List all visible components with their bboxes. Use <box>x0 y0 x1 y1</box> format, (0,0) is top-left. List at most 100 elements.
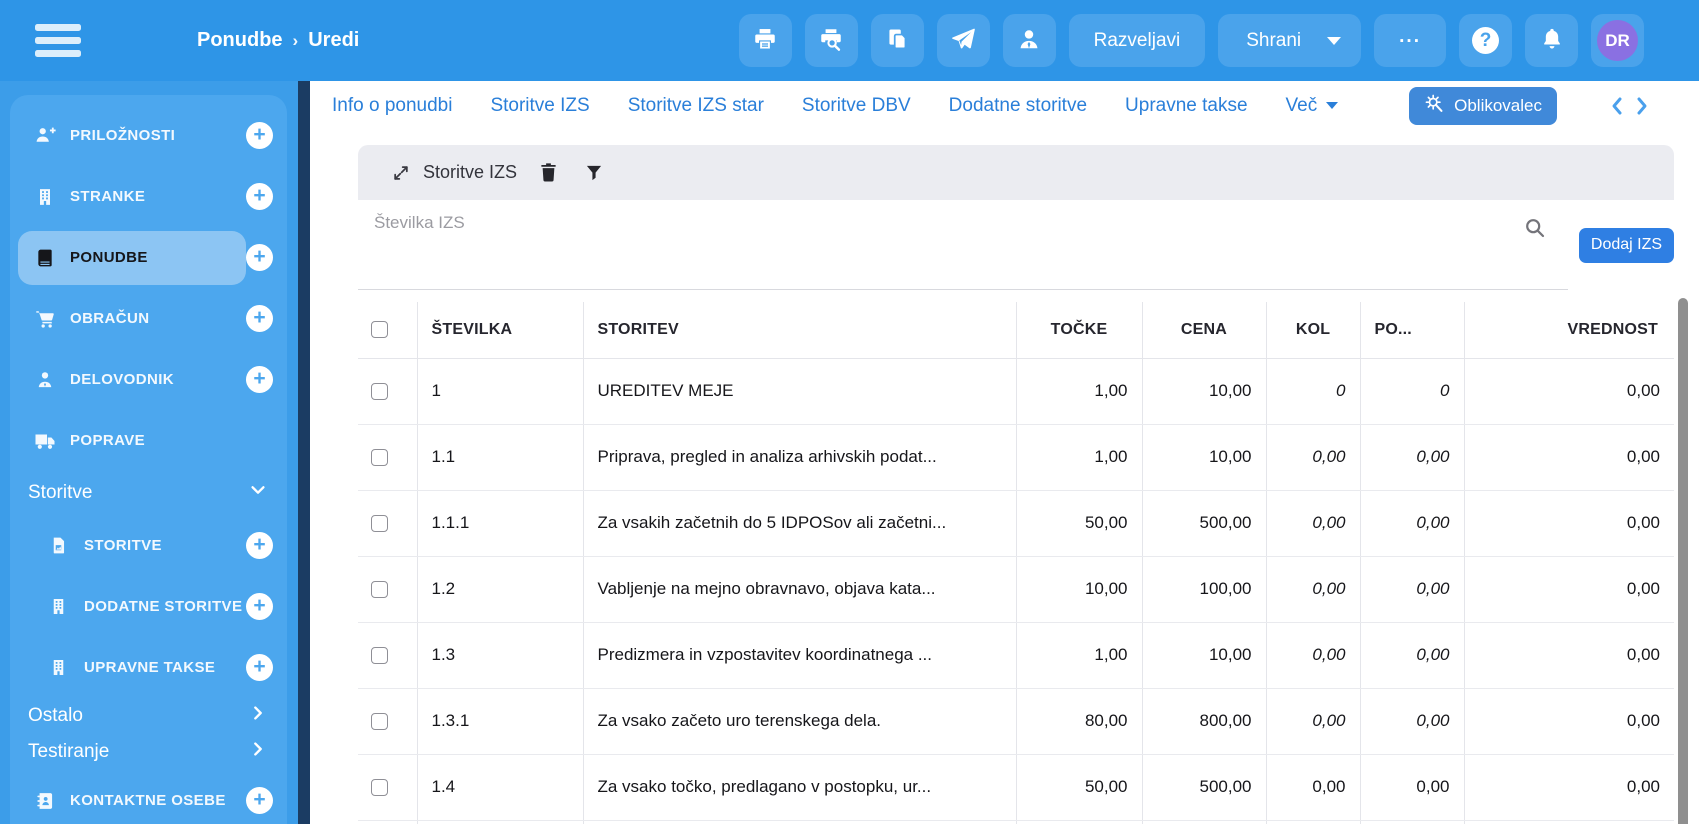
sidebar-link-stranke[interactable]: STRANKE <box>18 170 246 224</box>
print-button[interactable] <box>738 14 792 67</box>
sidebar-link-ponudbe[interactable]: PONUDBE <box>18 230 246 285</box>
sidebar-link-storitve[interactable]: STORITVE <box>18 519 246 573</box>
sidebar-link-poprave[interactable]: POPRAVE <box>18 414 273 468</box>
sidebar-link-dodatne-storitve[interactable]: DODATNE STORITVE <box>18 580 246 634</box>
select-all-checkbox[interactable] <box>371 321 388 339</box>
help-button[interactable]: ? <box>1459 14 1512 67</box>
breadcrumb-page: Uredi <box>308 29 360 51</box>
sidebar-link-obracun[interactable]: OBRAČUN <box>18 292 246 346</box>
tab-more-menu[interactable]: Več <box>1286 95 1339 117</box>
more-actions-button[interactable]: ... <box>1374 14 1446 67</box>
menu-hamburger-button[interactable] <box>35 24 81 57</box>
cell-tocke: 1,00 <box>1015 358 1142 425</box>
add-delovodnik-button[interactable]: + <box>246 366 273 393</box>
cell-kol[interactable]: 0,00 <box>1265 490 1360 557</box>
cell-tocke: 10,00 <box>1015 556 1142 623</box>
sidebar-group-storitve[interactable]: Storitve <box>18 471 273 515</box>
row-checkbox[interactable] <box>371 382 388 400</box>
add-izs-button[interactable]: Dodaj IZS <box>1579 227 1674 263</box>
copy-button[interactable] <box>870 14 924 67</box>
tab-storitve-izs[interactable]: Storitve IZS <box>490 95 589 117</box>
sidebar-link-delovodnik[interactable]: DELOVODNIK <box>18 353 246 407</box>
column-header-cena[interactable]: CENA <box>1141 302 1266 359</box>
column-header-stevilka[interactable]: ŠTEVILKA <box>416 302 583 359</box>
add-dodatna-storitev-button[interactable]: + <box>246 593 273 620</box>
undo-button[interactable]: Razveljavi <box>1068 14 1206 67</box>
cell-kol[interactable]: 0,00 <box>1265 424 1360 491</box>
add-priloznost-button[interactable]: + <box>246 122 273 149</box>
hamburger-bar <box>35 24 81 31</box>
table-row[interactable]: 1.3.1 Za vsako začeto uro terenskega del… <box>358 688 1674 755</box>
column-header-vrednost[interactable]: VREDNOST <box>1463 302 1674 359</box>
row-checkbox[interactable] <box>371 778 388 796</box>
save-button[interactable]: Shrani <box>1218 14 1362 67</box>
stevilka-izs-input[interactable] <box>358 200 1568 289</box>
add-stranka-button[interactable]: + <box>246 183 273 210</box>
building-icon <box>32 187 57 207</box>
table-row[interactable]: 1.1 Priprava, pregled in analiza arhivsk… <box>358 424 1674 491</box>
sidebar-splitter[interactable] <box>298 81 310 824</box>
tab-storitve-dbv[interactable]: Storitve DBV <box>802 95 911 117</box>
tab-dodatne-storitve[interactable]: Dodatne storitve <box>949 95 1087 117</box>
cell-kol[interactable]: 0,00 <box>1265 754 1360 821</box>
cell-kol[interactable]: 0,00 <box>1265 556 1360 623</box>
tab-info-o-ponudbi[interactable]: Info o ponudbi <box>332 95 452 117</box>
sidebar-group-ostalo[interactable]: Ostalo <box>18 698 273 734</box>
table-row[interactable]: 1.3 Predizmera in vzpostavitev koordinat… <box>358 622 1674 689</box>
row-checkbox[interactable] <box>371 448 388 466</box>
row-checkbox[interactable] <box>371 580 388 598</box>
tab-upravne-takse[interactable]: Upravne takse <box>1125 95 1248 117</box>
add-ponudba-button[interactable]: + <box>246 244 273 271</box>
tabs-scroll-left-button[interactable] <box>1609 96 1625 116</box>
search-icon[interactable] <box>1523 216 1547 240</box>
sidebar-link-kontaktne-osebe[interactable]: KONTAKTNE OSEBE <box>18 774 246 824</box>
cell-kol[interactable]: 0,00 <box>1265 622 1360 689</box>
sidebar-group-testiranje[interactable]: Testiranje <box>18 734 273 770</box>
breadcrumb-section[interactable]: Ponudbe <box>197 29 283 52</box>
cell-vrednost: 0,00 <box>1463 556 1674 623</box>
cell-stevilka: 1.1.1 <box>416 490 583 557</box>
tabs-scroll-right-button[interactable] <box>1634 96 1650 116</box>
column-header-po[interactable]: PO... <box>1359 302 1464 359</box>
print-preview-button[interactable] <box>804 14 858 67</box>
tab-storitve-izs-star[interactable]: Storitve IZS star <box>628 95 764 117</box>
add-obracun-button[interactable]: + <box>246 305 273 332</box>
cell-po[interactable]: 0,00 <box>1359 622 1464 689</box>
send-button[interactable] <box>936 14 990 67</box>
notifications-button[interactable] <box>1525 14 1578 67</box>
table-row[interactable]: 1.2 Vabljenje na mejno obravnavo, objava… <box>358 556 1674 623</box>
add-storitev-button[interactable]: + <box>246 532 273 559</box>
column-header-tocke[interactable]: TOČKE <box>1015 302 1142 359</box>
cell-po[interactable]: 0 <box>1359 358 1464 425</box>
user-avatar[interactable]: DR <box>1591 14 1644 67</box>
cell-po[interactable]: 0,00 <box>1359 490 1464 557</box>
sidebar-item-upravne-takse: UPRAVNE TAKSE + <box>18 637 273 698</box>
column-header-kol[interactable]: KOL <box>1265 302 1360 359</box>
sidebar-link-priloznosti[interactable]: PRILOŽNOSTI <box>18 109 246 163</box>
row-checkbox[interactable] <box>371 514 388 532</box>
add-upravna-taksa-button[interactable]: + <box>246 654 273 681</box>
cell-po[interactable]: 0,00 <box>1359 424 1464 491</box>
vertical-scrollbar[interactable] <box>1678 298 1688 824</box>
table-row[interactable]: 1.1.1 Za vsakih začetnih do 5 IDPOSov al… <box>358 490 1674 557</box>
sidebar-link-upravne-takse[interactable]: UPRAVNE TAKSE <box>18 641 246 695</box>
assign-user-button[interactable] <box>1002 14 1056 67</box>
cell-kol[interactable]: 0,00 <box>1265 688 1360 755</box>
table-row[interactable]: 1 UREDITEV MEJE 1,00 10,00 0 0 0,00 <box>358 358 1674 425</box>
table-row[interactable]: 1.4 Za vsako točko, predlagano v postopk… <box>358 754 1674 821</box>
expand-icon[interactable] <box>391 163 411 183</box>
cell-storitev: Za vsako začeto uro terenskega dela. <box>582 688 1016 755</box>
column-header-storitev[interactable]: STORITEV <box>582 302 1016 359</box>
cell-kol[interactable]: 0 <box>1265 358 1360 425</box>
designer-button[interactable]: Oblikovalec <box>1409 86 1557 125</box>
filter-icon[interactable] <box>584 163 604 183</box>
cell-po[interactable]: 0,00 <box>1359 556 1464 623</box>
row-checkbox[interactable] <box>371 646 388 664</box>
trash-icon[interactable] <box>539 162 558 183</box>
row-checkbox[interactable] <box>371 712 388 730</box>
cell-po[interactable]: 0,00 <box>1359 688 1464 755</box>
user-icon <box>1016 26 1042 55</box>
cell-stevilka: 1.4 <box>416 754 583 821</box>
add-kontaktna-oseba-button[interactable]: + <box>246 787 273 814</box>
cell-po[interactable]: 0,00 <box>1359 754 1464 821</box>
